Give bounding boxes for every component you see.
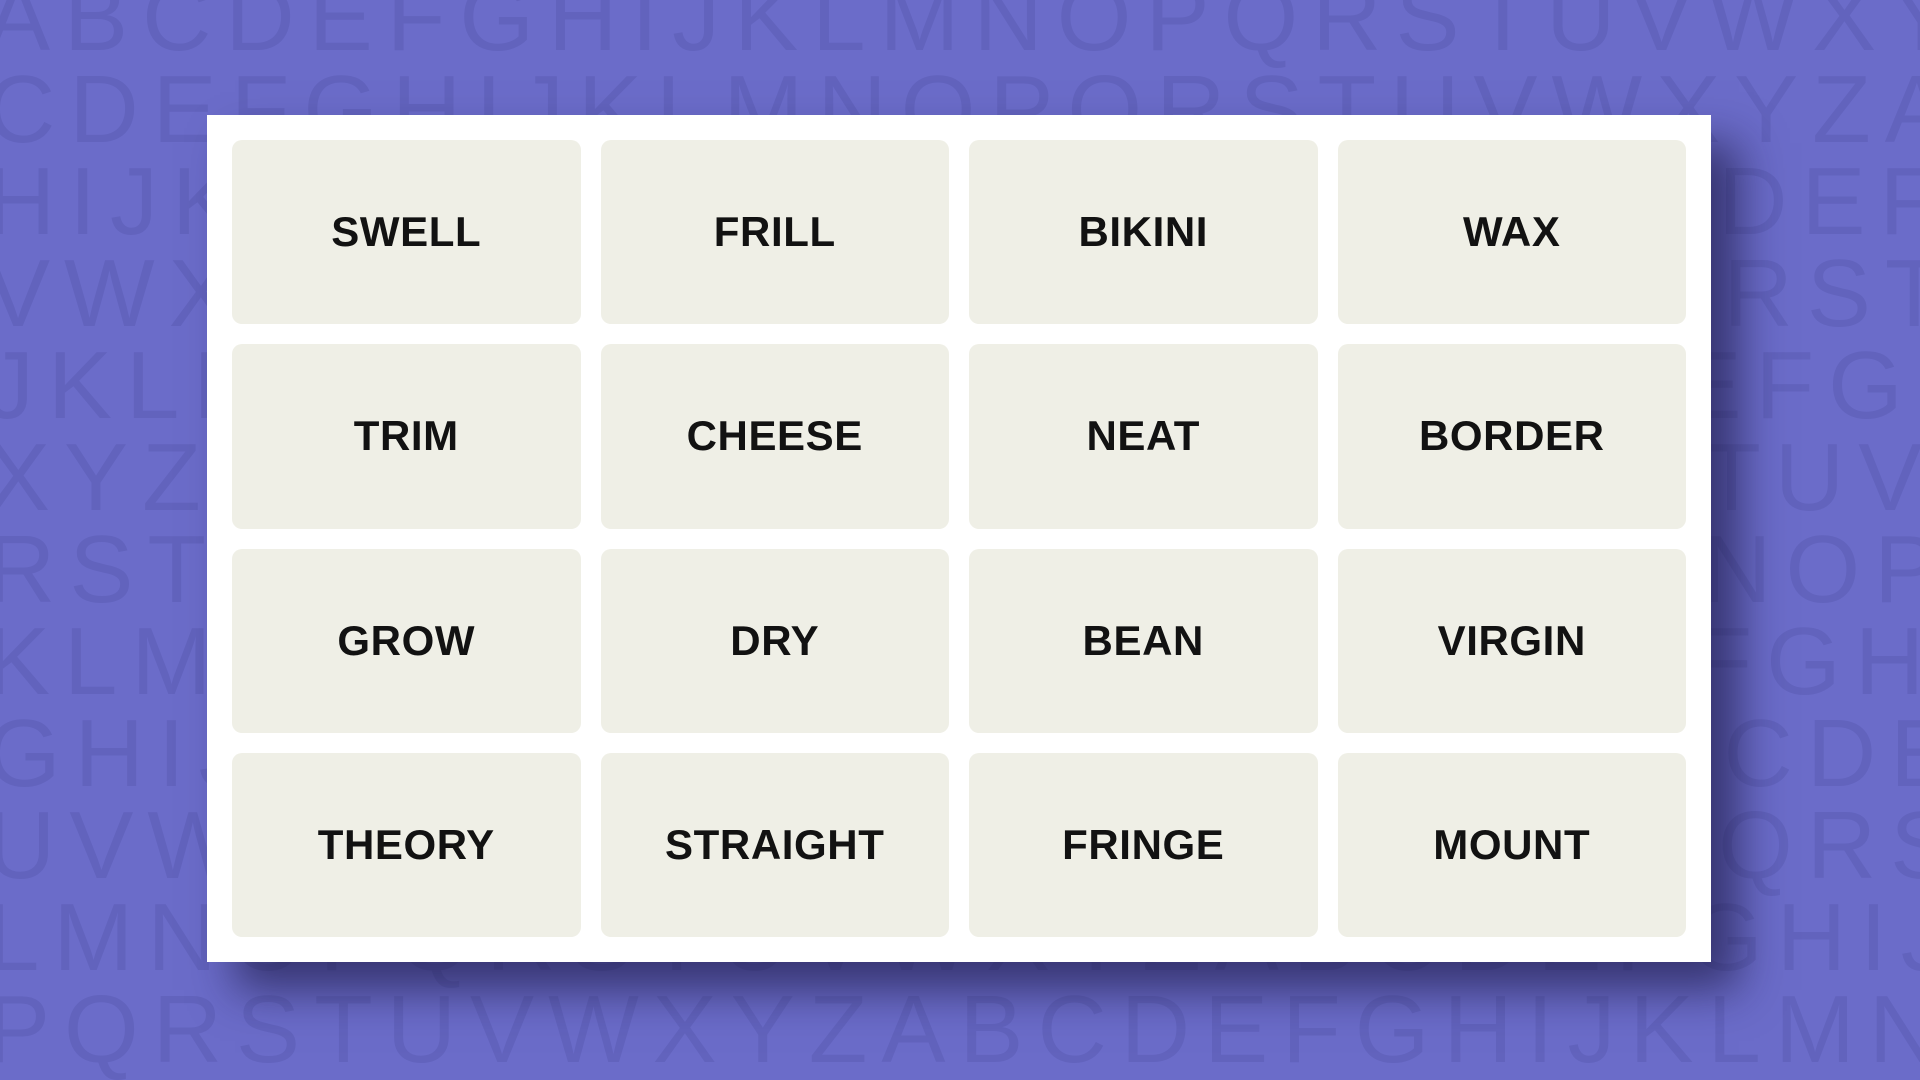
word-grid-board: SWELL FRILL BIKINI WAX TRIM CHEESE NEAT BORDER G… bbox=[207, 115, 1711, 962]
word-tile[interactable]: CHEESE bbox=[600, 344, 949, 529]
word-tile[interactable]: DRY bbox=[600, 548, 949, 733]
word-tile-label: MOUNT bbox=[1433, 820, 1591, 868]
word-tile-label: CHEESE bbox=[686, 412, 863, 460]
word-tile-label: WAX bbox=[1463, 208, 1561, 256]
word-tile-label: STRAIGHT bbox=[665, 820, 885, 868]
word-tile-label: FRILL bbox=[713, 208, 836, 256]
word-tile[interactable]: VIRGIN bbox=[1337, 548, 1686, 733]
word-tile[interactable]: THEORY bbox=[232, 752, 581, 937]
word-tile[interactable]: GROW bbox=[232, 548, 581, 733]
word-tile[interactable]: WAX bbox=[1337, 140, 1686, 325]
word-tile[interactable]: NEAT bbox=[969, 344, 1318, 529]
word-tile-label: FRINGE bbox=[1062, 820, 1225, 868]
word-tile[interactable]: TRIM bbox=[232, 344, 581, 529]
word-tile-label: GROW bbox=[337, 616, 476, 664]
word-tile[interactable]: BIKINI bbox=[969, 140, 1318, 325]
word-tile-label: NEAT bbox=[1086, 412, 1201, 460]
word-tile-label: VIRGIN bbox=[1437, 616, 1586, 664]
wallpaper-letter-row: PQRSTUVWXYZABCDEFGHIJKLMNOPQRSTU bbox=[0, 976, 1920, 1080]
word-tile[interactable]: FRILL bbox=[600, 140, 949, 325]
word-tile-label: TRIM bbox=[353, 412, 459, 460]
wallpaper-letter-row: DEFGHIJKLMNOPQRSTUVWXYZABCDEFGHI bbox=[0, 1074, 1920, 1080]
word-tile-grid: SWELL FRILL BIKINI WAX TRIM CHEESE NEAT BORDER G… bbox=[232, 140, 1686, 937]
word-tile-label: BIKINI bbox=[1078, 208, 1209, 256]
app-stage: ABCDEFGHIJKLMNOPQRSTUVWXYZABCDEFCDEFGHIJ… bbox=[0, 0, 1920, 1080]
word-tile-label: DRY bbox=[730, 616, 820, 664]
word-tile[interactable]: SWELL bbox=[232, 140, 581, 325]
word-tile-label: BORDER bbox=[1418, 412, 1605, 460]
word-tile[interactable]: MOUNT bbox=[1337, 752, 1686, 937]
word-tile[interactable]: BORDER bbox=[1337, 344, 1686, 529]
wallpaper-letter-row: ABCDEFGHIJKLMNOPQRSTUVWXYZABCDEF bbox=[0, 0, 1920, 71]
word-tile[interactable]: FRINGE bbox=[969, 752, 1318, 937]
word-tile-label: BEAN bbox=[1082, 616, 1204, 664]
word-tile[interactable]: BEAN bbox=[969, 548, 1318, 733]
word-tile[interactable]: STRAIGHT bbox=[600, 752, 949, 937]
word-tile-label: SWELL bbox=[331, 208, 482, 256]
word-tile-label: THEORY bbox=[317, 820, 495, 868]
